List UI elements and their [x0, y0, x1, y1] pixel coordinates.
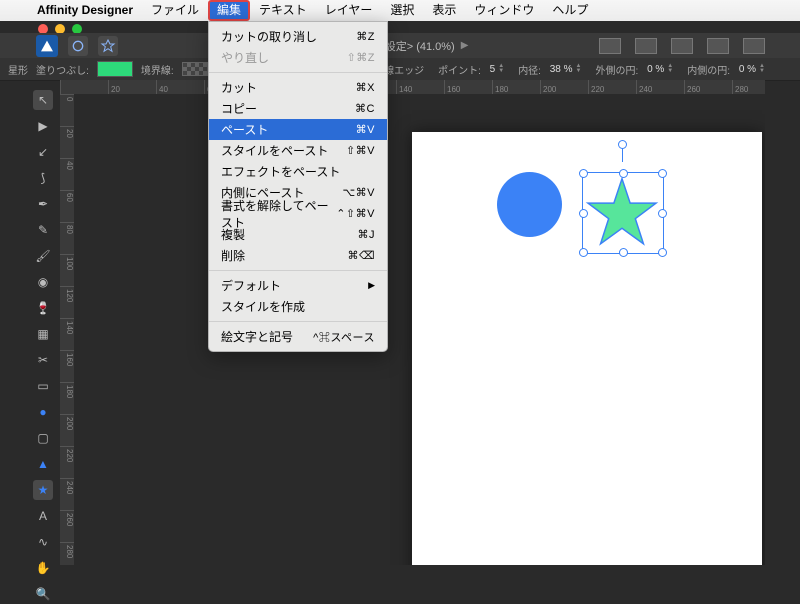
resize-handle-bm[interactable] — [619, 248, 628, 257]
insert-tool-icon[interactable] — [671, 38, 693, 54]
stroke-swatch[interactable] — [182, 62, 208, 76]
resize-handle-tr[interactable] — [658, 169, 667, 178]
app-icon — [36, 35, 58, 57]
menu-file[interactable]: ファイル — [142, 0, 208, 21]
selection-bounds — [577, 162, 667, 252]
menu-delete[interactable]: 削除⌘⌫ — [209, 245, 387, 266]
menu-paste-fx[interactable]: エフェクトをペースト — [209, 161, 387, 182]
ruler-vertical: 020406080100120140160180200220240260280 — [60, 94, 75, 565]
menu-defaults[interactable]: デフォルト▶ — [209, 275, 387, 296]
corner-tool[interactable]: ⟆ — [33, 168, 53, 188]
resize-handle-br[interactable] — [658, 248, 667, 257]
menu-paste-style[interactable]: スタイルをペースト⇧⌘V — [209, 140, 387, 161]
arrange-tool-icon[interactable] — [635, 38, 657, 54]
persona-pixel-icon[interactable] — [98, 36, 118, 56]
brush-tool[interactable]: 🖌 — [33, 246, 53, 266]
artboard-tool[interactable]: ▶ — [33, 116, 53, 136]
context-toolbar: 星形 塗りつぶし: 境界線: 線エッジ ポイント: 5▲▼ 内径: 38 %▲▼… — [0, 58, 800, 81]
zoom-tool[interactable]: 🔍 — [33, 584, 53, 604]
crop-tool[interactable]: ✂ — [33, 350, 53, 370]
menu-emoji[interactable]: 絵文字と記号^⌘スペース — [209, 326, 387, 347]
menu-window[interactable]: ウィンドウ — [465, 0, 543, 21]
pencil-tool[interactable]: ✎ — [33, 220, 53, 240]
shape-type-label: 星形 — [8, 62, 28, 77]
move-tool[interactable]: ↖ — [33, 90, 53, 110]
inner-radius-label: 内径: — [518, 62, 541, 77]
points-value[interactable]: 5 — [490, 64, 496, 75]
fill-color-swatch[interactable] — [97, 61, 133, 77]
artboard[interactable] — [412, 132, 762, 565]
points-label: ポイント: — [438, 62, 481, 77]
canvas[interactable] — [74, 94, 765, 565]
app-menu[interactable]: Affinity Designer — [28, 0, 142, 21]
star-shape[interactable] — [585, 175, 659, 249]
shape-rrect-tool[interactable]: ▢ — [33, 428, 53, 448]
place-tool[interactable]: ▦ — [33, 324, 53, 344]
points-spinner[interactable]: ▲▼ — [498, 64, 504, 74]
align-tool-icon[interactable] — [599, 38, 621, 54]
menu-help[interactable]: ヘルプ — [543, 0, 597, 21]
outer-circle-value[interactable]: 0 % — [647, 64, 664, 75]
fill-tool[interactable]: ◉ — [33, 272, 53, 292]
resize-handle-bl[interactable] — [579, 248, 588, 257]
resize-handle-mr[interactable] — [658, 209, 667, 218]
menu-cut[interactable]: カット⌘X — [209, 77, 387, 98]
transparency-tool[interactable]: 🍷 — [33, 298, 53, 318]
shape-ellipse-tool[interactable]: ● — [33, 402, 53, 422]
menu-paste[interactable]: ペースト⌘V — [209, 119, 387, 140]
next-doc-icon[interactable]: ▶ — [461, 40, 469, 51]
menu-select[interactable]: 選択 — [381, 0, 423, 21]
persona-designer-icon[interactable] — [68, 36, 88, 56]
outer-circle-label: 外側の円: — [596, 62, 639, 77]
menu-paste-without-format[interactable]: 書式を解除してペースト⌃⇧⌘V — [209, 203, 387, 224]
menu-edit[interactable]: 編集 — [208, 0, 250, 21]
main-toolbar: ◀ <名称未設定> (41.0%) ▶ — [0, 33, 800, 59]
shape-rect-tool[interactable]: ▭ — [33, 376, 53, 396]
text-tool[interactable]: A — [33, 506, 53, 526]
edit-menu-dropdown: カットの取り消し⌘Z やり直し⇧⌘Z カット⌘X コピー⌘C ペースト⌘V スタ… — [208, 21, 388, 352]
menu-text[interactable]: テキスト — [250, 0, 316, 21]
menu-undo[interactable]: カットの取り消し⌘Z — [209, 26, 387, 47]
ellipse-shape[interactable] — [497, 172, 562, 237]
menu-redo: やり直し⇧⌘Z — [209, 47, 387, 68]
stroke-label: 境界線: — [141, 62, 174, 77]
fill-label: 塗りつぶし: — [36, 62, 89, 77]
edge-label: 線エッジ — [384, 62, 424, 77]
hand-tool[interactable]: ✋ — [33, 558, 53, 578]
menu-create-style[interactable]: スタイルを作成 — [209, 296, 387, 317]
menu-layer[interactable]: レイヤー — [316, 0, 382, 21]
rotation-handle[interactable] — [618, 140, 627, 149]
ruler-horizontal: 20406080100120140160180200220240260280 — [60, 80, 765, 95]
inner-circle-value[interactable]: 0 % — [739, 64, 756, 75]
menu-view[interactable]: 表示 — [423, 0, 465, 21]
shape-triangle-tool[interactable]: ▲ — [33, 454, 53, 474]
inner-radius-value[interactable]: 38 % — [550, 64, 573, 75]
inner-circle-label: 内側の円: — [687, 62, 730, 77]
macos-menubar: Affinity Designer ファイル 編集 テキスト レイヤー 選択 表… — [0, 0, 800, 21]
shape-star-tool[interactable]: ★ — [33, 480, 53, 500]
grid-tool-icon[interactable] — [743, 38, 765, 54]
pen-tool[interactable]: ✒ — [33, 194, 53, 214]
tools-panel: ↖ ▶ ↙ ⟆ ✒ ✎ 🖌 ◉ 🍷 ▦ ✂ ▭ ● ▢ ▲ ★ A ∿ ✋ 🔍 — [32, 90, 54, 604]
snap-tool-icon[interactable] — [707, 38, 729, 54]
node-tool[interactable]: ↙ — [33, 142, 53, 162]
menu-copy[interactable]: コピー⌘C — [209, 98, 387, 119]
vector-brush[interactable]: ∿ — [33, 532, 53, 552]
